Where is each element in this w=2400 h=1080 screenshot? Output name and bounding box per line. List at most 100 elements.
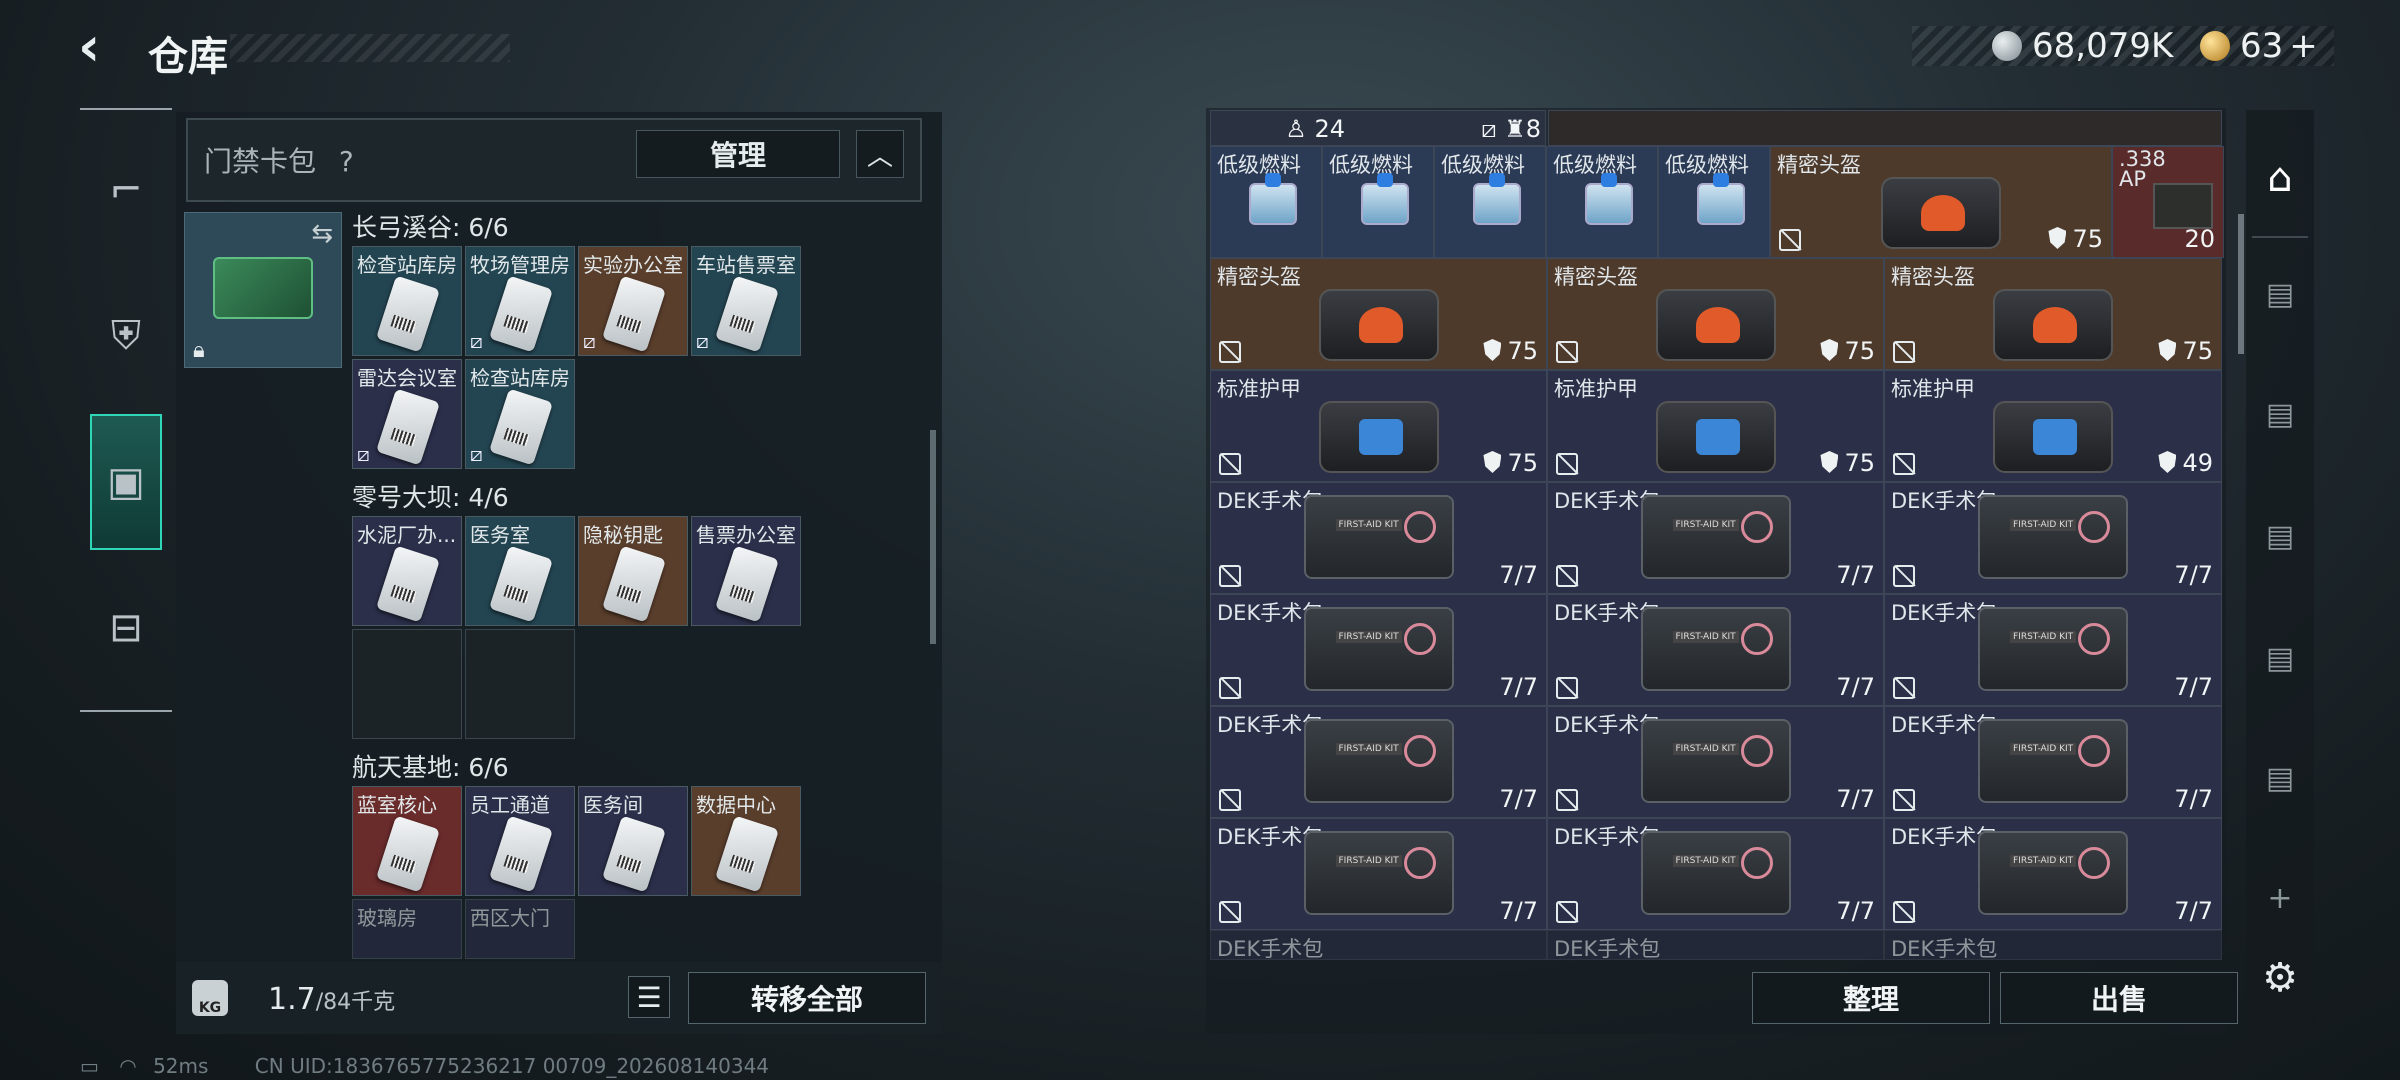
storage-item-partial[interactable]: DEK手术包	[1884, 930, 2222, 960]
item-name: 标准护甲	[1217, 377, 1301, 401]
sort-button[interactable]: 整理	[1752, 972, 1990, 1024]
manage-button[interactable]: 管理	[636, 130, 840, 178]
keycard-slot[interactable]: 牧场管理房 ⧄	[465, 246, 575, 356]
keycard-case-tab-icon[interactable]: ▣	[90, 414, 162, 550]
help-icon[interactable]: ?	[339, 145, 354, 178]
keycard-scrollbar[interactable]	[930, 430, 936, 644]
keycard-slot[interactable]: 检查站库房 ⧄	[465, 359, 575, 469]
weight-readout: 1.7/84千克	[268, 982, 395, 1017]
keycard-slot[interactable]: 车站售票室 ⧄	[691, 246, 801, 356]
keycard-slot[interactable]: 雷达会议室 ⧄	[352, 359, 462, 469]
keycard-image	[488, 545, 554, 623]
item-name: 低级燃料	[1665, 153, 1749, 177]
storage-item[interactable]: DEK手术包7/7	[1210, 818, 1547, 930]
swap-icon[interactable]: ⇆	[311, 219, 333, 249]
storage-item[interactable]: DEK手术包7/7	[1210, 594, 1547, 706]
uses-value: 7/7	[2174, 785, 2213, 813]
empty-keycard-slot[interactable]	[352, 629, 462, 739]
keycard-slot[interactable]: 医务间	[578, 786, 688, 896]
keycard-slot[interactable]: 数据中心	[691, 786, 801, 896]
storage-item[interactable]: 低级燃料	[1210, 146, 1322, 258]
storage-item-partial[interactable]: DEK手术包	[1210, 930, 1547, 960]
item-name: DEK手术包	[1554, 937, 1661, 960]
storage-item-partial[interactable]: DEK手术包	[1547, 930, 1884, 960]
section-title: 零号大坝: 4/6	[352, 483, 509, 512]
no-insure-icon	[1556, 789, 1578, 811]
helmet-image	[1318, 289, 1439, 361]
storage-item[interactable]: 低级燃料	[1322, 146, 1434, 258]
storage-item[interactable]: 低级燃料	[1658, 146, 1770, 258]
storage-page-3-icon[interactable]: ▤	[2252, 508, 2308, 564]
storage-page-2-icon[interactable]: ▤	[2252, 386, 2308, 442]
weapon-tab-icon[interactable]: ⌐	[90, 154, 162, 226]
keycard-bag-image	[213, 257, 313, 319]
keycard-name: 水泥厂办...	[357, 523, 457, 547]
storage-item[interactable]: .338 AP 20	[2112, 146, 2224, 258]
storage-item[interactable]: DEK手术包7/7	[1210, 706, 1547, 818]
backpack-tab-icon[interactable]: ⛨	[90, 300, 162, 372]
settings-icon[interactable]: ⚙	[2252, 950, 2308, 1006]
medkit-image	[1303, 831, 1454, 915]
no-insure-icon	[1893, 341, 1915, 363]
transfer-all-button[interactable]: 转移全部	[688, 972, 926, 1024]
storage-page-1-icon[interactable]: ▤	[2252, 266, 2308, 322]
storage-item[interactable]: DEK手术包7/7	[1884, 482, 2222, 594]
keycard-slot[interactable]: 西区大门	[465, 899, 575, 959]
no-insure-icon	[1893, 901, 1915, 923]
storage-scrollbar[interactable]	[2238, 214, 2244, 354]
storage-item[interactable]: 精密头盔 75	[1770, 146, 2112, 258]
storage-page-4-icon[interactable]: ▤	[2252, 630, 2308, 686]
no-insure-icon: ⧄	[583, 329, 596, 353]
medkit-image	[1303, 607, 1454, 691]
sell-button[interactable]: 出售	[2000, 972, 2238, 1024]
storage-item[interactable]: DEK手术包7/7	[1884, 594, 2222, 706]
list-icon[interactable]: ☰	[628, 976, 670, 1018]
back-icon[interactable]: ‹	[78, 20, 128, 74]
ticket-balance[interactable]: 63 +	[2200, 26, 2318, 66]
medkit-image	[1640, 719, 1791, 803]
storage-item[interactable]: DEK手术包7/7	[1210, 482, 1547, 594]
storage-item[interactable]: DEK手术包7/7	[1547, 706, 1884, 818]
storage-item[interactable]: DEK手术包7/7	[1884, 706, 2222, 818]
collapse-icon[interactable]: ︿	[856, 130, 904, 178]
shield-icon	[2158, 339, 2177, 361]
keycard-slot[interactable]: 隐秘钥匙	[578, 516, 688, 626]
keycard-slot[interactable]: 员工通道	[465, 786, 575, 896]
add-page-icon[interactable]: +	[2252, 870, 2308, 926]
count-label: ♙ 24	[1285, 115, 1345, 143]
briefcase-tab-icon[interactable]: ⊟	[90, 592, 162, 664]
storage-item[interactable]: 精密头盔 75	[1210, 258, 1547, 370]
storage-item[interactable]: 标准护甲 75	[1547, 370, 1884, 482]
storage-item[interactable]: DEK手术包7/7	[1547, 482, 1884, 594]
storage-item[interactable]: 低级燃料	[1434, 146, 1546, 258]
ammo-box-image	[2153, 183, 2213, 229]
keycard-bag-item[interactable]: ⇆ 🔒︎	[184, 212, 342, 368]
storage-tab-icon[interactable]: ⌂	[2252, 150, 2308, 206]
shield-icon	[1483, 339, 1502, 361]
storage-item[interactable]: DEK手术包7/7	[1547, 594, 1884, 706]
storage-item[interactable]: DEK手术包7/7	[1884, 818, 2222, 930]
storage-item[interactable]: 标准护甲 49	[1884, 370, 2222, 482]
keycard-slot[interactable]: 玻璃房	[352, 899, 462, 959]
storage-item[interactable]: 低级燃料	[1546, 146, 1658, 258]
storage-item-partial[interactable]	[1548, 110, 2222, 146]
keycard-slot[interactable]: 医务室	[465, 516, 575, 626]
storage-item[interactable]: 精密头盔 75	[1884, 258, 2222, 370]
storage-item[interactable]: 精密头盔 75	[1547, 258, 1884, 370]
keycard-slot[interactable]: 检查站库房	[352, 246, 462, 356]
storage-item-partial[interactable]: ♙ 24 ⧄ ♜8	[1210, 110, 1546, 146]
keycard-slot[interactable]: 蓝室核心	[352, 786, 462, 896]
keycard-image	[375, 388, 441, 466]
storage-page-5-icon[interactable]: ▤	[2252, 750, 2308, 806]
keycard-slot[interactable]: 实验办公室 ⧄	[578, 246, 688, 356]
armor-image	[1655, 401, 1776, 473]
keycard-slot[interactable]: 售票办公室	[691, 516, 801, 626]
keycard-name: 医务室	[470, 523, 530, 547]
storage-item[interactable]: 标准护甲 75	[1210, 370, 1547, 482]
keycard-name: 售票办公室	[696, 523, 796, 547]
storage-item[interactable]: DEK手术包7/7	[1547, 818, 1884, 930]
empty-keycard-slot[interactable]	[465, 629, 575, 739]
weight-icon: KG	[192, 980, 228, 1016]
add-ticket-icon[interactable]: +	[2289, 26, 2318, 66]
keycard-slot[interactable]: 水泥厂办...	[352, 516, 462, 626]
